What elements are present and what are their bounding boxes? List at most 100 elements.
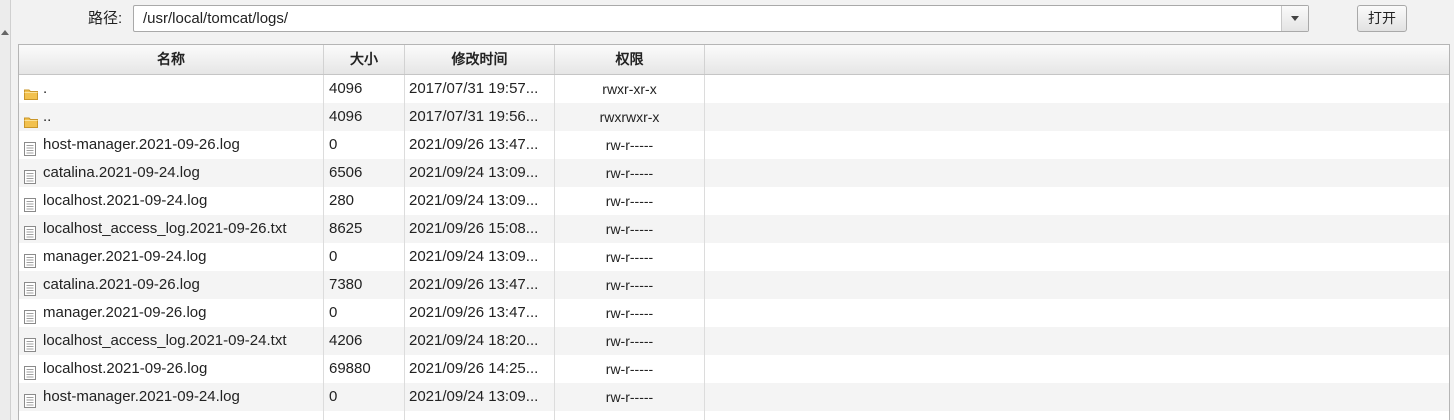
file-name: localhost.2021-09-24.log: [43, 192, 208, 209]
file-icon: [24, 334, 36, 355]
file-name: manager.2021-09-26.log: [43, 304, 207, 321]
file-name: host-manager.2021-09-24.log: [43, 388, 240, 405]
cell-name: manager.2021-09-24.log: [19, 243, 324, 271]
path-label: 路径:: [88, 10, 123, 27]
cell-size: 4096: [324, 103, 405, 131]
cell-size: 4206: [324, 327, 405, 355]
column-header-filler: [705, 45, 1449, 74]
file-icon: [24, 222, 36, 243]
table-row[interactable]: localhost.2021-09-26.log 69880 2021/09/26 …: [19, 355, 1449, 383]
cell-permission: rw-r-----: [555, 271, 705, 299]
column-header-permission[interactable]: 权限: [555, 45, 705, 74]
cell-modified: 2021/09/24 18:20...: [405, 327, 555, 355]
cell-modified: 2021/09/24 13:09...: [405, 243, 555, 271]
chevron-down-icon: [1291, 16, 1299, 21]
cell-permission: rw-r-----: [555, 187, 705, 215]
table-row[interactable]: catalina.2021-09-26.log 7380 2021/09/26 13…: [19, 271, 1449, 299]
cell-size: 7380: [324, 271, 405, 299]
cell-permission: rw-r-----: [555, 159, 705, 187]
cell-filler: [705, 159, 1449, 187]
cell-modified: 2021/09/26 15:08...: [405, 215, 555, 243]
column-header-modified[interactable]: 修改时间: [405, 45, 555, 74]
table-row[interactable]: catalina.2021-09-24.log 6506 2021/09/24 13…: [19, 159, 1449, 187]
cell-filler: [705, 411, 1449, 420]
cell-name: .: [19, 75, 324, 103]
folder-icon: [24, 110, 38, 131]
cell-filler: [705, 131, 1449, 159]
cell-size: [324, 411, 405, 420]
table-header: 名称 大小 修改时间 权限: [19, 45, 1449, 75]
cell-filler: [705, 383, 1449, 411]
table-row[interactable]: manager.2021-09-26.log 0 2021/09/26 13:47.…: [19, 299, 1449, 327]
scroll-up-arrow-icon[interactable]: [1, 30, 9, 35]
cell-modified: 2017/07/31 19:57...: [405, 75, 555, 103]
column-header-size[interactable]: 大小: [324, 45, 405, 74]
cell-permission: rwxr-xr-x: [555, 75, 705, 103]
cell-filler: [705, 327, 1449, 355]
cell-name: localhost.2021-09-26.log: [19, 355, 324, 383]
cell-permission: rw-r-----: [555, 299, 705, 327]
cell-modified: 2021/09/26 14:25...: [405, 355, 555, 383]
cell-modified: 2017/07/31 19:56...: [405, 103, 555, 131]
open-button[interactable]: 打开: [1357, 5, 1407, 32]
table-row[interactable]: host-manager.2021-09-24.log 0 2021/09/24 1…: [19, 383, 1449, 411]
cell-permission: rw-r-----: [555, 327, 705, 355]
cell-modified: 2021/09/26 13:47...: [405, 131, 555, 159]
file-icon: [24, 194, 36, 215]
table-row[interactable]: localhost_access_log.2021-09-26.txt 8625 2…: [19, 215, 1449, 243]
cell-filler: [705, 103, 1449, 131]
cell-filler: [705, 75, 1449, 103]
cell-name: localhost.2021-09-24.log: [19, 187, 324, 215]
table-row[interactable]: host-manager.2021-09-26.log 0 2021/09/26 1…: [19, 131, 1449, 159]
cell-filler: [705, 215, 1449, 243]
cell-filler: [705, 243, 1449, 271]
left-scroll-strip[interactable]: [0, 0, 11, 420]
table-row[interactable]: [19, 411, 1449, 420]
table-row[interactable]: localhost_access_log.2021-09-24.txt 4206 2…: [19, 327, 1449, 355]
cell-filler: [705, 271, 1449, 299]
cell-modified: 2021/09/26 13:47...: [405, 299, 555, 327]
file-name: localhost_access_log.2021-09-26.txt: [43, 220, 287, 237]
cell-permission: rw-r-----: [555, 131, 705, 159]
table-row[interactable]: localhost.2021-09-24.log 280 2021/09/24 13…: [19, 187, 1449, 215]
file-icon: [24, 166, 36, 187]
folder-icon: [24, 82, 38, 103]
cell-permission: rw-r-----: [555, 383, 705, 411]
cell-name: catalina.2021-09-26.log: [19, 271, 324, 299]
file-name: localhost.2021-09-26.log: [43, 360, 208, 377]
cell-size: 4096: [324, 75, 405, 103]
cell-filler: [705, 299, 1449, 327]
path-combobox[interactable]: /usr/local/tomcat/logs/: [133, 5, 1309, 32]
column-header-name[interactable]: 名称: [19, 45, 324, 74]
path-input[interactable]: /usr/local/tomcat/logs/: [143, 9, 288, 29]
file-name: manager.2021-09-24.log: [43, 248, 207, 265]
table-row[interactable]: manager.2021-09-24.log 0 2021/09/24 13:09.…: [19, 243, 1449, 271]
cell-permission: rw-r-----: [555, 243, 705, 271]
cell-size: 0: [324, 383, 405, 411]
file-icon: [24, 250, 36, 271]
file-name: catalina.2021-09-24.log: [43, 164, 200, 181]
file-icon: [24, 138, 36, 159]
table-row[interactable]: . 4096 2017/07/31 19:57... rwxr-xr-x: [19, 75, 1449, 103]
file-table: 名称 大小 修改时间 权限 . 4096 2017/07/31 19:57... rw…: [18, 44, 1450, 420]
file-name: catalina.2021-09-26.log: [43, 276, 200, 293]
path-dropdown-button[interactable]: [1281, 6, 1308, 31]
cell-name: localhost_access_log.2021-09-24.txt: [19, 327, 324, 355]
cell-name: host-manager.2021-09-26.log: [19, 131, 324, 159]
cell-size: 0: [324, 299, 405, 327]
file-name: localhost_access_log.2021-09-24.txt: [43, 332, 287, 349]
sftp-file-browser: 路径: /usr/local/tomcat/logs/ 打开 名称 大小 修改时…: [0, 0, 1454, 420]
file-name: host-manager.2021-09-26.log: [43, 136, 240, 153]
file-icon: [24, 306, 36, 327]
cell-size: 69880: [324, 355, 405, 383]
cell-modified: 2021/09/24 13:09...: [405, 187, 555, 215]
table-row[interactable]: .. 4096 2017/07/31 19:56... rwxrwxr-x: [19, 103, 1449, 131]
cell-permission: rw-r-----: [555, 215, 705, 243]
table-body: . 4096 2017/07/31 19:57... rwxr-xr-x.. 4096 2…: [19, 75, 1449, 420]
file-name: .: [43, 80, 48, 97]
file-name: ..: [43, 108, 52, 125]
cell-name: [19, 411, 324, 420]
file-icon: [24, 278, 36, 299]
cell-name: manager.2021-09-26.log: [19, 299, 324, 327]
cell-name: localhost_access_log.2021-09-26.txt: [19, 215, 324, 243]
